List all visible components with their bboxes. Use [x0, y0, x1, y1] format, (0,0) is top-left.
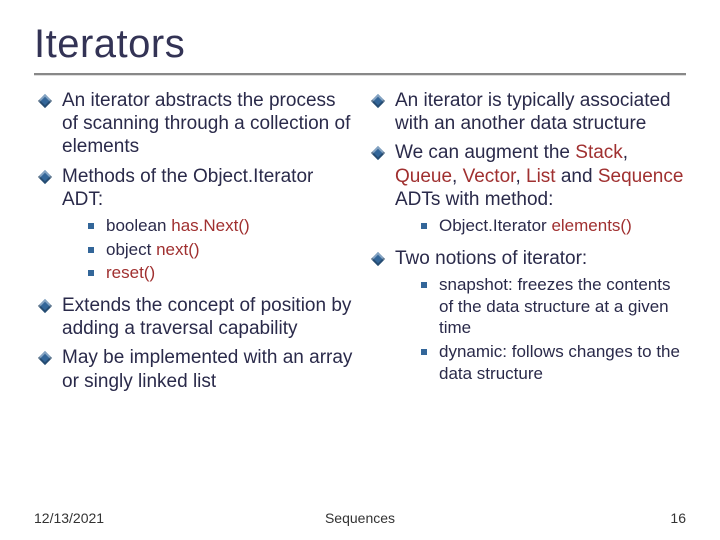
code-hl: reset()	[106, 263, 155, 282]
footer: 12/13/2021 Sequences 16	[34, 510, 686, 526]
bullet-text: Two notions of iterator:	[395, 248, 587, 269]
left-column: An iterator abstracts the process of sca…	[34, 89, 353, 399]
bullet-list-right: An iterator is typically associated with…	[367, 89, 686, 389]
bullet-text: We can augment the	[395, 142, 575, 163]
bullet-text: An iterator abstracts the process of sca…	[62, 90, 350, 157]
hl: List	[526, 166, 556, 187]
bullet-list-left: An iterator abstracts the process of sca…	[34, 89, 353, 393]
title-rule	[34, 73, 686, 75]
sub-list: boolean has.Next() object next() reset()	[62, 213, 353, 288]
sub-text: Object.Iterator	[439, 216, 551, 235]
bullet-text: ,	[623, 142, 628, 163]
bullet-text: ,	[515, 166, 526, 187]
code-hl: next()	[156, 240, 199, 259]
right-column: An iterator is typically associated with…	[367, 89, 686, 399]
bullet-item: Methods of the Object.Iterator ADT: bool…	[40, 165, 353, 289]
bullet-text: and	[556, 166, 598, 187]
bullet-item: May be implemented with an array or sing…	[40, 346, 353, 392]
sub-text: dynamic: follows changes to the data str…	[439, 342, 680, 383]
sub-list: Object.Iterator elements()	[395, 213, 686, 241]
sub-item: object next()	[88, 239, 353, 261]
hl: Stack	[575, 142, 623, 163]
hl: Queue	[395, 166, 452, 187]
bullet-item: An iterator is typically associated with…	[373, 89, 686, 135]
bullet-text: ,	[452, 166, 463, 187]
code-hl: has.Next()	[171, 216, 249, 235]
bullet-item: Extends the concept of position by addin…	[40, 294, 353, 340]
sub-item: snapshot: freezes the contents of the da…	[421, 274, 686, 339]
content-columns: An iterator abstracts the process of sca…	[34, 89, 686, 399]
bullet-item: An iterator abstracts the process of sca…	[40, 89, 353, 159]
sub-item: boolean has.Next()	[88, 215, 353, 237]
hl: Sequence	[598, 166, 684, 187]
sub-item: Object.Iterator elements()	[421, 215, 686, 237]
sub-text: boolean	[106, 216, 171, 235]
bullet-item: We can augment the Stack, Queue, Vector,…	[373, 141, 686, 240]
sub-text: snapshot: freezes the contents of the da…	[439, 275, 671, 338]
bullet-text: An iterator is typically associated with…	[395, 90, 671, 134]
bullet-text: ADTs with method:	[395, 189, 553, 210]
hl: Vector	[463, 166, 516, 187]
bullet-text: Extends the concept of position by addin…	[62, 295, 351, 339]
slide-title: Iterators	[34, 22, 686, 67]
sub-item: reset()	[88, 262, 353, 284]
slide: Iterators An iterator abstracts the proc…	[0, 0, 720, 540]
bullet-item: Two notions of iterator: snapshot: freez…	[373, 247, 686, 389]
bullet-text: May be implemented with an array or sing…	[62, 347, 352, 391]
code-hl: elements()	[551, 216, 631, 235]
footer-center: Sequences	[34, 510, 686, 526]
sub-list: snapshot: freezes the contents of the da…	[395, 272, 686, 389]
sub-item: dynamic: follows changes to the data str…	[421, 341, 686, 385]
bullet-text: Methods of the Object.Iterator ADT:	[62, 166, 313, 210]
sub-text: object	[106, 240, 156, 259]
